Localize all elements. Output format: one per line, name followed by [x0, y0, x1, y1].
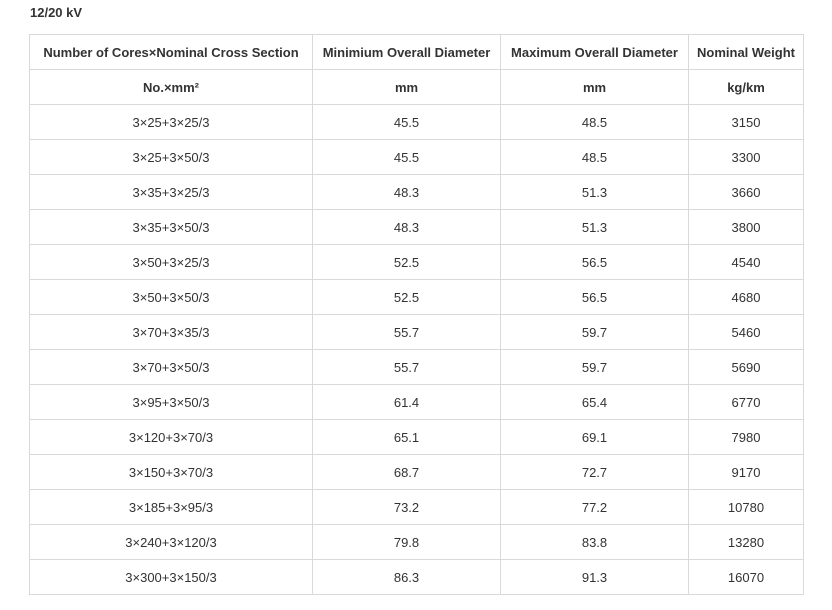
table-cell-cores-cross-section: 3×35+3×25/3 — [29, 174, 313, 210]
header-cell-cores-cross-section: Number of Cores×Nominal Cross Section — [29, 34, 313, 70]
table-cell-min-diameter: 45.5 — [312, 104, 501, 140]
table-cell-max-diameter: 65.4 — [500, 384, 689, 420]
table-cell-cores-cross-section: 3×150+3×70/3 — [29, 454, 313, 490]
table-cell-max-diameter: 83.8 — [500, 524, 689, 560]
table-cell-nominal-weight: 13280 — [688, 524, 804, 560]
table-cell-min-diameter: 79.8 — [312, 524, 501, 560]
table-cell-min-diameter: 45.5 — [312, 139, 501, 175]
table-row: 3×25+3×25/3 45.5 48.5 3150 — [29, 104, 804, 140]
table-cell-cores-cross-section: 3×50+3×50/3 — [29, 279, 313, 315]
table-row: 3×95+3×50/3 61.4 65.4 6770 — [29, 384, 804, 420]
table-cell-nominal-weight: 4540 — [688, 244, 804, 280]
table-cell-max-diameter: 51.3 — [500, 174, 689, 210]
table-row: 3×240+3×120/3 79.8 83.8 13280 — [29, 524, 804, 560]
table-cell-min-diameter: 52.5 — [312, 279, 501, 315]
table-caption: 12/20 kV — [30, 5, 83, 20]
table-cell-min-diameter: 68.7 — [312, 454, 501, 490]
unit-cell-cores-cross-section: No.×mm² — [29, 69, 313, 105]
table-cell-nominal-weight: 5690 — [688, 349, 804, 385]
table-cell-nominal-weight: 3800 — [688, 209, 804, 245]
table-cell-cores-cross-section: 3×70+3×50/3 — [29, 349, 313, 385]
table-cell-nominal-weight: 9170 — [688, 454, 804, 490]
table-cell-nominal-weight: 3150 — [688, 104, 804, 140]
table-cell-cores-cross-section: 3×25+3×25/3 — [29, 104, 313, 140]
table-row: 3×50+3×25/3 52.5 56.5 4540 — [29, 244, 804, 280]
table-cell-cores-cross-section: 3×50+3×25/3 — [29, 244, 313, 280]
table-cell-min-diameter: 61.4 — [312, 384, 501, 420]
table-row: 3×120+3×70/3 65.1 69.1 7980 — [29, 419, 804, 455]
table-cell-max-diameter: 51.3 — [500, 209, 689, 245]
table-cell-min-diameter: 65.1 — [312, 419, 501, 455]
table-cell-min-diameter: 48.3 — [312, 209, 501, 245]
table-cell-max-diameter: 48.5 — [500, 104, 689, 140]
table-cell-cores-cross-section: 3×25+3×50/3 — [29, 139, 313, 175]
table-row: 3×35+3×50/3 48.3 51.3 3800 — [29, 209, 804, 245]
table-cell-nominal-weight: 7980 — [688, 419, 804, 455]
table-cell-cores-cross-section: 3×120+3×70/3 — [29, 419, 313, 455]
table-row: 3×150+3×70/3 68.7 72.7 9170 — [29, 454, 804, 490]
table-cell-nominal-weight: 10780 — [688, 489, 804, 525]
table-row: 3×185+3×95/3 73.2 77.2 10780 — [29, 489, 804, 525]
table-cell-max-diameter: 56.5 — [500, 279, 689, 315]
table-cell-max-diameter: 59.7 — [500, 314, 689, 350]
header-cell-nominal-weight: Nominal Weight — [688, 34, 804, 70]
unit-cell-nominal-weight: kg/km — [688, 69, 804, 105]
table-cell-max-diameter: 69.1 — [500, 419, 689, 455]
table-cell-cores-cross-section: 3×185+3×95/3 — [29, 489, 313, 525]
header-row: Number of Cores×Nominal Cross Section Mi… — [29, 34, 804, 70]
table-cell-cores-cross-section: 3×95+3×50/3 — [29, 384, 313, 420]
table-cell-nominal-weight: 3300 — [688, 139, 804, 175]
table-row: 3×300+3×150/3 86.3 91.3 16070 — [29, 559, 804, 595]
header-cell-max-diameter: Maximum Overall Diameter — [500, 34, 689, 70]
table-cell-cores-cross-section: 3×70+3×35/3 — [29, 314, 313, 350]
table-cell-nominal-weight: 6770 — [688, 384, 804, 420]
table-cell-min-diameter: 73.2 — [312, 489, 501, 525]
table-cell-cores-cross-section: 3×300+3×150/3 — [29, 559, 313, 595]
table-cell-nominal-weight: 16070 — [688, 559, 804, 595]
table-row: 3×35+3×25/3 48.3 51.3 3660 — [29, 174, 804, 210]
table-row: 3×70+3×35/3 55.7 59.7 5460 — [29, 314, 804, 350]
table-cell-min-diameter: 48.3 — [312, 174, 501, 210]
unit-cell-max-diameter: mm — [500, 69, 689, 105]
table-cell-cores-cross-section: 3×35+3×50/3 — [29, 209, 313, 245]
table-cell-nominal-weight: 5460 — [688, 314, 804, 350]
table-cell-max-diameter: 59.7 — [500, 349, 689, 385]
table-row: 3×50+3×50/3 52.5 56.5 4680 — [29, 279, 804, 315]
table-cell-max-diameter: 72.7 — [500, 454, 689, 490]
table-cell-min-diameter: 86.3 — [312, 559, 501, 595]
table-cell-min-diameter: 52.5 — [312, 244, 501, 280]
table-cell-max-diameter: 77.2 — [500, 489, 689, 525]
header-cell-min-diameter: Minimium Overall Diameter — [312, 34, 501, 70]
table-cell-min-diameter: 55.7 — [312, 349, 501, 385]
table-cell-cores-cross-section: 3×240+3×120/3 — [29, 524, 313, 560]
unit-cell-min-diameter: mm — [312, 69, 501, 105]
table-row: 3×25+3×50/3 45.5 48.5 3300 — [29, 139, 804, 175]
table-cell-max-diameter: 91.3 — [500, 559, 689, 595]
table-cell-nominal-weight: 3660 — [688, 174, 804, 210]
table-cell-nominal-weight: 4680 — [688, 279, 804, 315]
table-cell-max-diameter: 48.5 — [500, 139, 689, 175]
table-row: 3×70+3×50/3 55.7 59.7 5690 — [29, 349, 804, 385]
table-cell-min-diameter: 55.7 — [312, 314, 501, 350]
cable-spec-table: Number of Cores×Nominal Cross Section Mi… — [29, 34, 804, 595]
units-row: No.×mm² mm mm kg/km — [29, 69, 804, 105]
table-cell-max-diameter: 56.5 — [500, 244, 689, 280]
